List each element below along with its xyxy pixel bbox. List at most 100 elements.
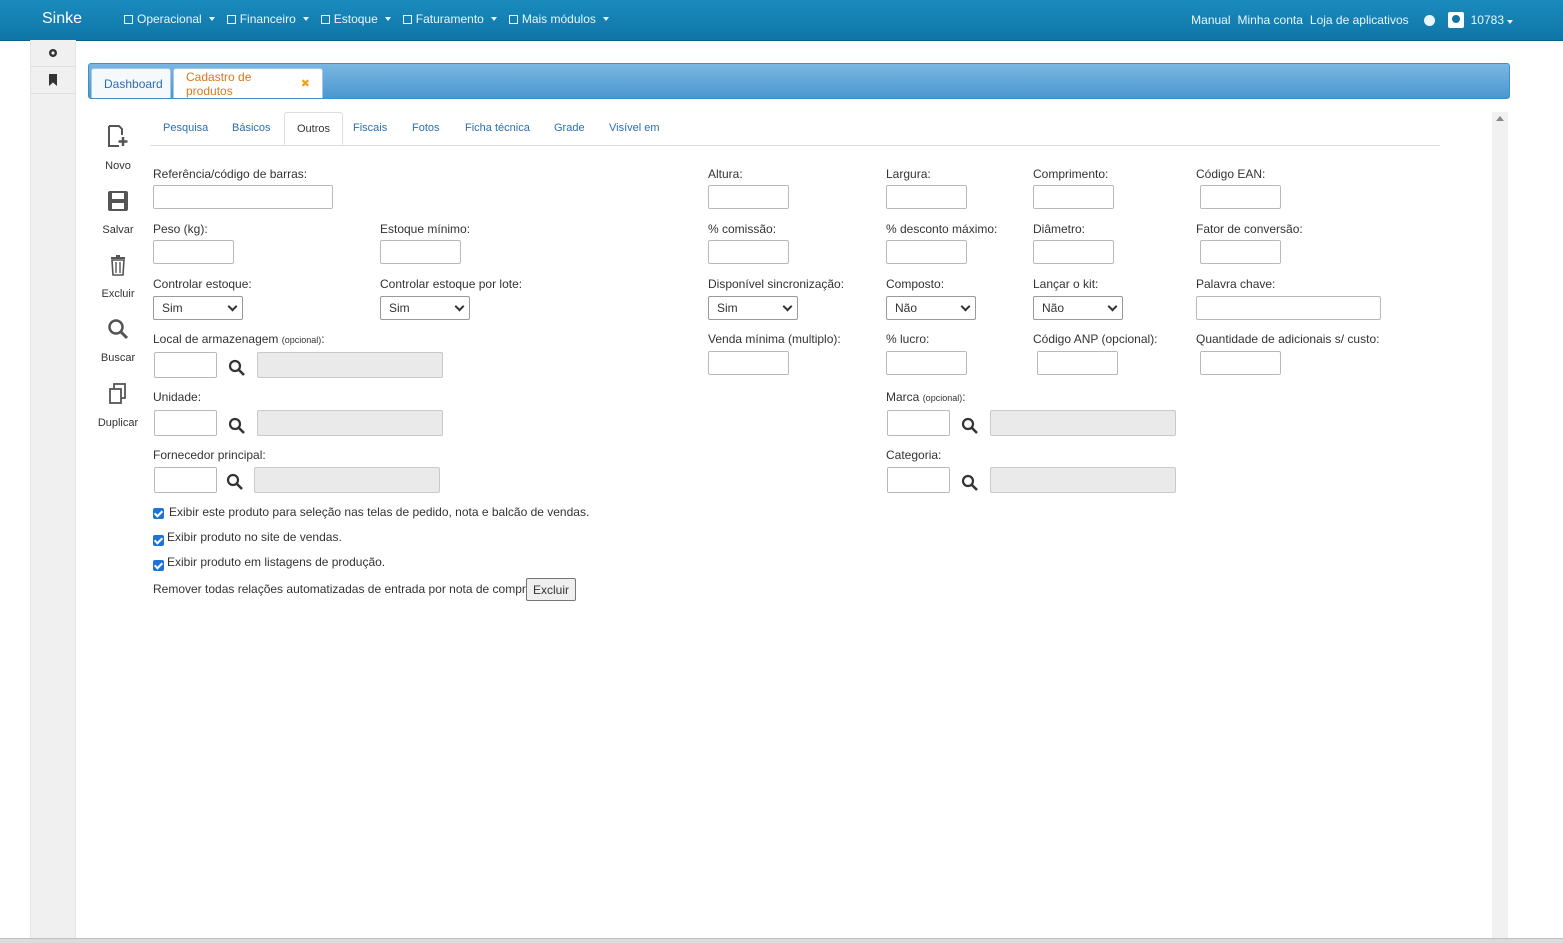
venda-minima-label: Venda mínima (multiplo): (708, 332, 841, 346)
tab-dashboard[interactable]: Dashboard (91, 68, 171, 98)
local-armazenagem-desc-field (257, 352, 443, 378)
novo-button[interactable]: Novo (96, 124, 140, 172)
subtab-grade[interactable]: Grade (542, 112, 597, 145)
list-icon (508, 14, 518, 24)
comprimento-input[interactable] (1033, 185, 1114, 209)
fornecedor-desc-field (254, 467, 440, 493)
window-tab-bar: Dashboard Cadastro de produtos ✖ (88, 63, 1510, 99)
bookmark-button[interactable] (31, 67, 75, 94)
subtab-basicos[interactable]: Básicos (220, 112, 283, 145)
subtab-visivel-em[interactable]: Visível em (597, 112, 672, 145)
codigo-anp-input[interactable] (1037, 351, 1118, 375)
menu-financeiro[interactable]: Financeiro (226, 12, 309, 26)
qtd-adicionais-input[interactable] (1200, 351, 1281, 375)
categoria-label: Categoria: (886, 448, 942, 462)
user-id-menu[interactable]: 10783 (1471, 13, 1513, 27)
manual-link[interactable]: Manual (1191, 13, 1230, 27)
marca-label: Marca (opcional): (886, 390, 966, 404)
gear-icon (49, 49, 57, 57)
referencia-input[interactable] (153, 185, 333, 209)
fornecedor-code-input[interactable] (154, 467, 217, 493)
save-floppy-icon (108, 191, 128, 211)
form-subtabs: Pesquisa Básicos Outros Fiscais Fotos Fi… (150, 112, 1440, 146)
caret-down-icon (384, 17, 391, 21)
menu-estoque[interactable]: Estoque (320, 12, 391, 26)
menu-faturamento[interactable]: Faturamento (402, 12, 497, 26)
subtab-fotos[interactable]: Fotos (400, 112, 452, 145)
list-icon (320, 14, 330, 24)
diametro-input[interactable] (1033, 240, 1114, 264)
top-right-links: Manual Minha conta Loja de aplicativos 1… (1191, 12, 1513, 28)
exibir-producao-label: Exibir produto em listagens de produção. (167, 555, 386, 569)
loja-aplicativos-link[interactable]: Loja de aplicativos (1310, 13, 1409, 27)
search-icon[interactable] (228, 359, 246, 377)
bottom-taskbar-edge (0, 938, 1563, 943)
local-armazenagem-code-input[interactable] (154, 352, 217, 378)
disponivel-sinc-label: Disponível sincronização: (708, 277, 845, 291)
caret-down-icon (208, 17, 215, 21)
bookmark-icon (49, 74, 57, 86)
desconto-maximo-label: % desconto máximo: (886, 222, 998, 236)
palavra-chave-label: Palavra chave: (1196, 277, 1276, 291)
user-avatar-icon[interactable] (1447, 12, 1464, 28)
unidade-desc-field (257, 410, 443, 436)
lucro-input[interactable] (886, 351, 967, 375)
disponivel-sinc-select[interactable]: Sim (708, 296, 798, 320)
excluir-button[interactable]: Excluir (96, 254, 140, 300)
subtab-ficha-tecnica[interactable]: Ficha técnica (453, 112, 542, 145)
desconto-maximo-input[interactable] (886, 240, 967, 264)
controlar-lote-select[interactable]: Sim (380, 296, 470, 320)
fator-conversao-input[interactable] (1200, 240, 1281, 264)
subtab-outros[interactable]: Outros (284, 112, 344, 145)
exibir-selecao-checkbox[interactable] (153, 508, 164, 519)
estoque-minimo-input[interactable] (380, 240, 461, 264)
salvar-button[interactable]: Salvar (96, 190, 140, 236)
close-tab-icon[interactable]: ✖ (301, 77, 310, 90)
buscar-button[interactable]: Buscar (96, 318, 140, 364)
brand-logo[interactable]: Sinke (42, 10, 82, 28)
search-icon[interactable] (961, 474, 979, 492)
composto-select[interactable]: Não (886, 296, 976, 320)
caret-down-icon (1507, 20, 1513, 24)
search-icon[interactable] (961, 417, 979, 435)
vertical-scrollbar[interactable] (1492, 112, 1508, 942)
exibir-site-checkbox[interactable] (153, 535, 164, 546)
globe-icon[interactable] (1423, 14, 1435, 26)
altura-input[interactable] (708, 185, 789, 209)
unidade-code-input[interactable] (154, 410, 217, 436)
menu-mais-modulos[interactable]: Mais módulos (508, 12, 609, 26)
scroll-up-arrow-icon[interactable] (1496, 116, 1504, 121)
tab-cadastro-produtos[interactable]: Cadastro de produtos ✖ (173, 68, 323, 98)
search-icon[interactable] (226, 473, 244, 491)
palavra-chave-input[interactable] (1196, 296, 1381, 320)
codigo-anp-label: Código ANP (opcional): (1033, 332, 1158, 346)
comissao-input[interactable] (708, 240, 789, 264)
excluir-relacoes-button[interactable]: Excluir (526, 578, 576, 601)
lancar-kit-select[interactable]: Não (1033, 296, 1123, 320)
duplicar-button[interactable]: Duplicar (96, 383, 140, 429)
top-navbar: Sinke Operacional Financeiro Estoque Fat… (0, 0, 1563, 41)
venda-minima-input[interactable] (708, 351, 789, 375)
subtab-pesquisa[interactable]: Pesquisa (151, 112, 220, 145)
subtab-fiscais[interactable]: Fiscais (341, 112, 399, 145)
peso-input[interactable] (153, 240, 234, 264)
settings-button[interactable] (31, 40, 75, 67)
local-armazenagem-label: Local de armazenagem (opcional): (153, 332, 325, 346)
search-icon (108, 319, 129, 340)
estoque-minimo-label: Estoque mínimo: (380, 222, 471, 236)
minha-conta-link[interactable]: Minha conta (1238, 13, 1303, 27)
marca-code-input[interactable] (887, 410, 950, 436)
search-icon[interactable] (228, 417, 246, 435)
largura-input[interactable] (886, 185, 967, 209)
menu-operacional[interactable]: Operacional (124, 12, 215, 26)
codigo-ean-input[interactable] (1200, 185, 1281, 209)
controlar-estoque-select[interactable]: Sim (153, 296, 243, 320)
exibir-producao-checkbox[interactable] (153, 560, 164, 571)
unidade-label: Unidade: (153, 390, 202, 404)
exibir-selecao-label: Exibir este produto para seleção nas tel… (169, 505, 590, 519)
caret-down-icon (302, 17, 309, 21)
categoria-code-input[interactable] (887, 467, 950, 493)
codigo-ean-label: Código EAN: (1196, 167, 1266, 181)
referencia-label: Referência/código de barras: (153, 167, 308, 181)
lancar-kit-label: Lançar o kit: (1033, 277, 1099, 291)
